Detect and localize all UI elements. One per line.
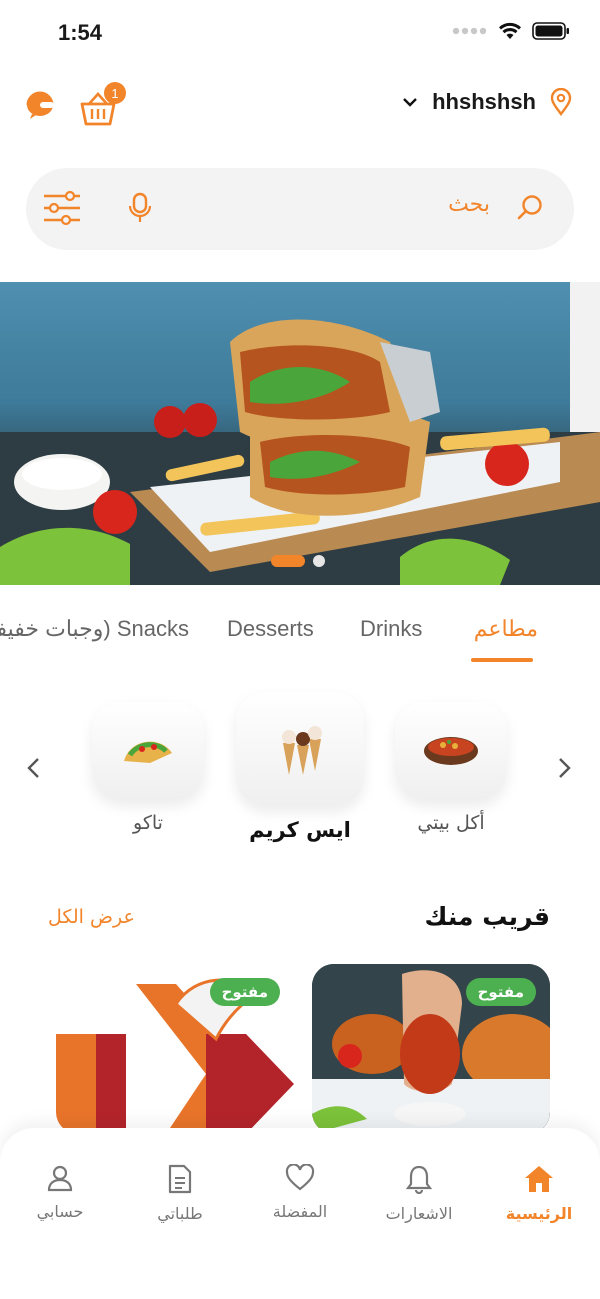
banner-pagination [271, 555, 325, 567]
restaurant-card[interactable]: مفتوح [56, 964, 294, 1134]
view-all-link[interactable]: عرض الكل [48, 906, 135, 928]
battery-icon [532, 22, 569, 40]
signal-icon [452, 27, 487, 35]
open-status-badge: مفتوح [465, 978, 536, 1006]
microphone-icon[interactable] [128, 192, 152, 224]
subcategory-carousel: أكل بيتي ايس كريم تاكو [0, 688, 600, 858]
tab-snacks[interactable]: Snacks (وجبات خفيفة) [0, 616, 189, 642]
taco-icon [124, 741, 172, 763]
heart-icon [285, 1163, 315, 1191]
search-icon [517, 195, 542, 220]
orders-icon [168, 1164, 192, 1194]
nav-label: الاشعارات [385, 1204, 453, 1223]
cart-button[interactable]: 1 [78, 82, 126, 128]
category-ice-cream[interactable]: ايس كريم [236, 692, 364, 842]
nav-label: طلباتي [157, 1204, 203, 1223]
home-food-icon [424, 737, 478, 765]
location-selector[interactable]: hhshshsh [402, 88, 572, 116]
nav-item-home[interactable]: الرئيسية [484, 1164, 594, 1223]
section-title: قريب منك [424, 902, 550, 931]
chevron-down-icon [403, 98, 417, 107]
tab-restaurants[interactable]: مطاعم [474, 616, 538, 642]
filter-icon[interactable] [42, 190, 82, 226]
support-icon [26, 91, 54, 119]
nav-label: حسابي [36, 1202, 84, 1221]
category-taco[interactable]: تاكو [92, 702, 204, 834]
location-pin-icon [550, 88, 572, 116]
nav-label: الرئيسية [505, 1204, 573, 1223]
user-icon [47, 1165, 73, 1192]
header: 1 hhshshsh [0, 80, 600, 132]
shawarma-banner-image [0, 282, 600, 585]
status-time: 1:54 [58, 20, 103, 45]
chevron-left-icon[interactable] [22, 756, 46, 780]
category-home-food[interactable]: أكل بيتي [395, 702, 507, 834]
tab-drinks[interactable]: Drinks [360, 616, 422, 642]
home-icon [525, 1166, 553, 1192]
pagination-dot[interactable] [313, 555, 325, 567]
search-bar[interactable]: بحث [26, 168, 574, 250]
pagination-dot-active[interactable] [271, 555, 305, 567]
category-label: ايس كريم [249, 818, 351, 842]
cart-count-badge: 1 [104, 82, 126, 104]
category-tile [92, 702, 204, 800]
nav-item-orders[interactable]: طلباتي [125, 1164, 235, 1223]
nav-item-favorites[interactable]: المفضلة [245, 1163, 355, 1221]
ice-cream-icon [282, 726, 322, 775]
tab-desserts[interactable]: Desserts [227, 616, 314, 642]
open-status-badge: مفتوح [209, 978, 280, 1006]
active-tab-indicator [471, 658, 533, 662]
bottom-navigation: الرئيسية الاشعارات المفضلة طلباتي حسابي [0, 1128, 600, 1299]
support-button[interactable] [22, 86, 58, 122]
chevron-right-icon[interactable] [552, 756, 576, 780]
nav-item-notifications[interactable]: الاشعارات [364, 1164, 474, 1223]
wifi-icon [499, 22, 521, 39]
promo-banner[interactable] [0, 282, 600, 585]
nav-label: المفضلة [272, 1202, 328, 1221]
search-input[interactable]: بحث [448, 192, 490, 217]
category-tile [236, 692, 364, 806]
status-bar: 1:54 [0, 0, 600, 66]
category-label: تاكو [133, 812, 163, 834]
location-name: hhshshsh [432, 89, 536, 114]
category-label: أكل بيتي [417, 812, 485, 834]
bell-icon [405, 1165, 433, 1195]
restaurant-card[interactable]: مفتوح [312, 964, 550, 1134]
status-icons [452, 22, 570, 40]
category-tile [395, 702, 507, 800]
nav-item-account[interactable]: حسابي [5, 1164, 115, 1221]
